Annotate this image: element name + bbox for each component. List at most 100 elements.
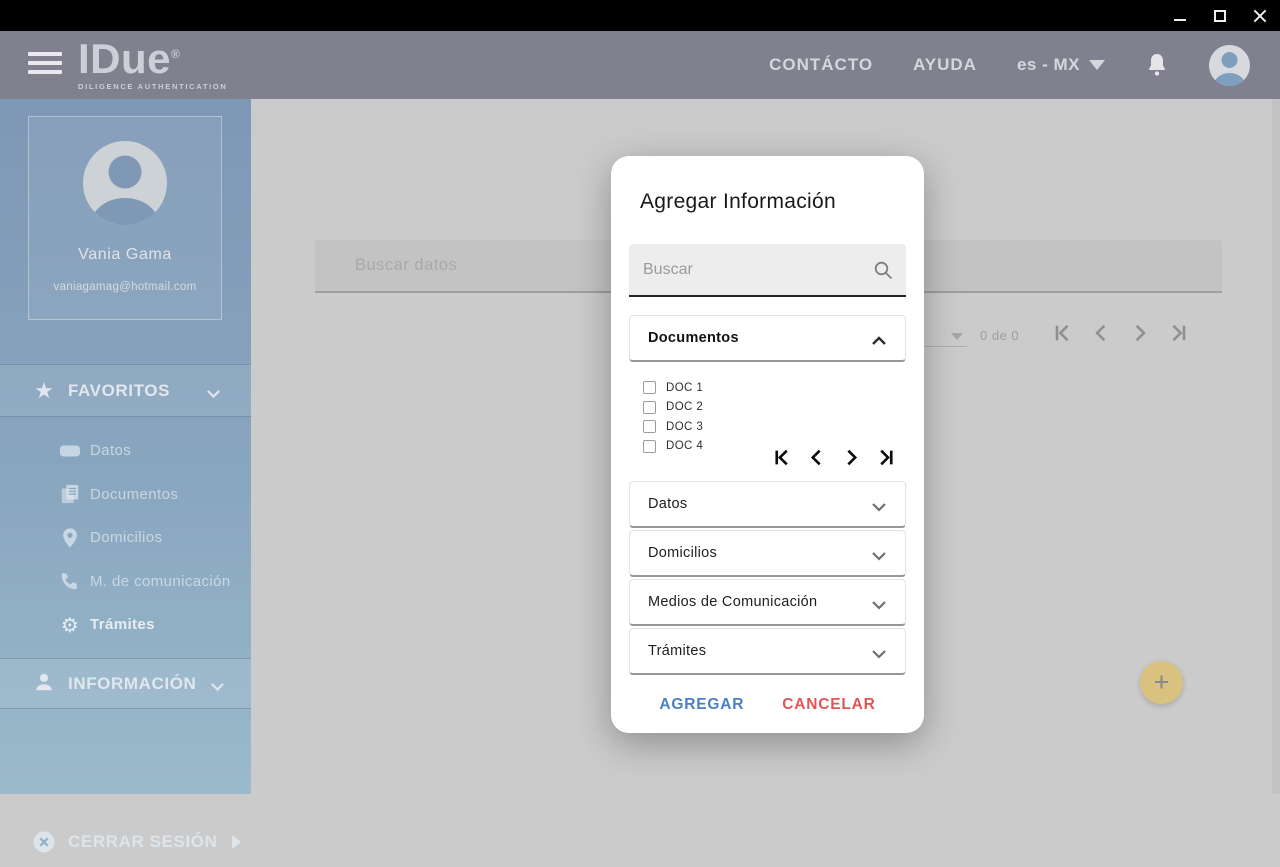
search-icon: [873, 260, 893, 280]
nav-contact-link[interactable]: CONTÁCTO: [769, 55, 873, 75]
arrow-right-icon: [231, 835, 241, 849]
chevron-down-icon: [1089, 60, 1105, 70]
sidebar-item-label: Trámites: [90, 616, 155, 634]
sidebar-item-label: Documentos: [90, 485, 179, 503]
card-icon: [58, 439, 82, 463]
window-titlebar: [0, 0, 1280, 31]
sidebar-item-label: M. de comunicación: [90, 572, 231, 590]
window-controls: [1172, 0, 1268, 31]
previous-page-icon[interactable]: [807, 448, 826, 467]
agregar-informacion-dialog: Agregar Información Documentos DOC 1 DOC…: [611, 156, 924, 733]
favoritos-label: FAVORITOS: [68, 380, 171, 400]
sidebar-item-documentos[interactable]: Documentos: [0, 473, 251, 517]
documents-icon: [58, 482, 82, 506]
accordion-label: Domicilios: [648, 545, 718, 561]
accordion-tramites[interactable]: Trámites: [629, 628, 906, 675]
first-page-icon[interactable]: [1052, 323, 1072, 343]
next-page-icon[interactable]: [842, 448, 861, 467]
close-icon: [1253, 9, 1267, 23]
doc-1-checkbox[interactable]: [643, 381, 656, 395]
add-fab-button[interactable]: +: [1140, 661, 1183, 704]
chevron-up-icon: [871, 333, 887, 345]
language-label: es - MX: [1016, 55, 1080, 74]
sidebar-item-label: Domicilios: [90, 529, 163, 547]
cancelar-button[interactable]: CANCELAR: [782, 696, 875, 714]
minimize-icon: [1174, 19, 1186, 21]
header-nav: CONTÁCTO AYUDA es - MX: [769, 31, 1250, 99]
accordion-label: Datos: [648, 496, 688, 512]
accordion-label: Trámites: [648, 643, 707, 659]
sidebar-section-favoritos[interactable]: ★ FAVORITOS: [0, 364, 251, 417]
profile-avatar: [83, 141, 167, 225]
sidebar-item-domicilios[interactable]: Domicilios: [0, 516, 251, 560]
doc-4-checkbox[interactable]: [643, 439, 656, 453]
profile-name: Vania Gama: [78, 246, 172, 263]
list-item: DOC 2: [643, 398, 703, 418]
accordion-datos[interactable]: Datos: [629, 481, 906, 528]
brand-tagline: DILIGENCE AUTHENTICATION: [78, 82, 228, 92]
profile-email: vaniagamag@hotmail.com: [53, 281, 197, 293]
notifications-bell-icon[interactable]: [1145, 52, 1169, 78]
brand-name: IDue®: [78, 35, 181, 82]
informacion-label: INFORMACIÓN: [68, 673, 197, 693]
sidebar: Vania Gama vaniagamag@hotmail.com ★ FAVO…: [0, 99, 251, 853]
circle-x-icon: [32, 830, 56, 854]
documentos-checkbox-list: DOC 1 DOC 2 DOC 3 DOC 4: [643, 378, 703, 456]
accordion-documentos[interactable]: Documentos: [629, 315, 906, 362]
doc-2-label: DOC 2: [666, 401, 704, 414]
dialog-pagination: [772, 448, 896, 467]
language-selector[interactable]: es - MX: [1017, 55, 1105, 75]
chevron-down-icon: [210, 679, 225, 692]
logout-button[interactable]: CERRAR SESIÓN: [0, 817, 251, 867]
chevron-down-icon: [206, 386, 221, 399]
sidebar-item-datos[interactable]: Datos: [0, 429, 251, 473]
sidebar-item-label: Datos: [90, 442, 132, 460]
dialog-search-input[interactable]: [629, 244, 906, 295]
brand-logo: IDue® DILIGENCE AUTHENTICATION: [78, 35, 228, 92]
accordion-domicilios[interactable]: Domicilios: [629, 530, 906, 577]
hamburger-menu-icon[interactable]: [28, 52, 62, 74]
dialog-search-bar: [629, 244, 906, 297]
last-page-icon[interactable]: [1169, 323, 1189, 343]
phone-icon: [58, 569, 82, 593]
sidebar-item-comunicacion[interactable]: M. de comunicación: [0, 560, 251, 604]
location-pin-icon: [58, 526, 82, 550]
doc-1-label: DOC 1: [666, 381, 704, 394]
app-header: IDue® DILIGENCE AUTHENTICATION CONTÁCTO …: [0, 31, 1280, 99]
sidebar-section-informacion[interactable]: INFORMACIÓN: [0, 658, 251, 709]
doc-3-label: DOC 3: [666, 420, 704, 433]
chevron-down-icon: [951, 333, 963, 340]
rows-per-page-select[interactable]: [925, 325, 967, 347]
last-page-icon[interactable]: [877, 448, 896, 467]
accordion-label: Documentos: [648, 330, 739, 346]
nav-help-link[interactable]: AYUDA: [913, 55, 977, 75]
registered-mark: ®: [171, 47, 181, 61]
chevron-down-icon: [871, 499, 887, 512]
close-button[interactable]: [1252, 8, 1268, 24]
doc-2-checkbox[interactable]: [643, 400, 656, 414]
main-scrollbar[interactable]: [1272, 99, 1280, 794]
chevron-down-icon: [871, 597, 887, 610]
list-item: DOC 4: [643, 437, 703, 457]
agregar-button[interactable]: AGREGAR: [659, 696, 744, 714]
doc-4-label: DOC 4: [666, 440, 704, 453]
main-pagination: [1052, 323, 1189, 343]
user-avatar[interactable]: [1209, 44, 1250, 86]
minimize-button[interactable]: [1172, 8, 1188, 24]
dialog-title: Agregar Información: [640, 190, 836, 213]
first-page-icon[interactable]: [772, 448, 791, 467]
accordion-label: Medios de Comunicación: [648, 594, 818, 610]
chevron-down-icon: [871, 548, 887, 561]
list-item: DOC 3: [643, 417, 703, 437]
maximize-icon: [1214, 9, 1226, 22]
previous-page-icon[interactable]: [1091, 323, 1111, 343]
maximize-button[interactable]: [1212, 8, 1228, 24]
gear-icon: ⚙: [60, 612, 80, 637]
doc-3-checkbox[interactable]: [643, 420, 656, 434]
sidebar-item-tramites[interactable]: ⚙ Trámites: [0, 603, 251, 647]
accordion-medios-comunicacion[interactable]: Medios de Comunicación: [629, 579, 906, 626]
favorites-items: Datos Documentos Domicilios M. de comuni…: [0, 429, 251, 647]
next-page-icon[interactable]: [1130, 323, 1150, 343]
dialog-actions: AGREGAR CANCELAR: [611, 696, 924, 714]
logout-label: CERRAR SESIÓN: [68, 832, 218, 851]
